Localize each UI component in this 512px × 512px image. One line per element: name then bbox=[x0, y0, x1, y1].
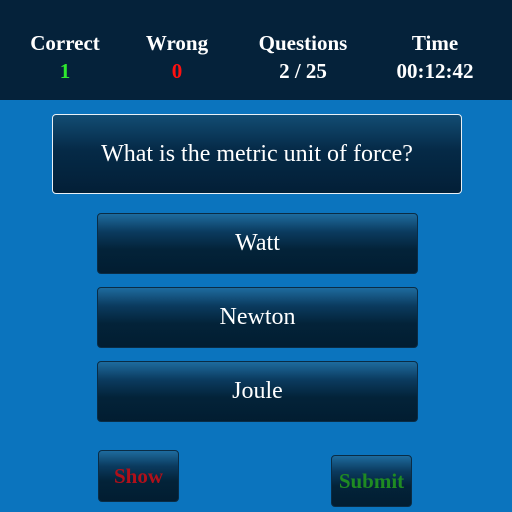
wrong-label: Wrong bbox=[145, 31, 209, 55]
wrong-count: 0 bbox=[171, 59, 183, 83]
elapsed-time: 00:12:42 bbox=[396, 59, 474, 83]
correct-label: Correct bbox=[30, 31, 100, 55]
questions-label: Questions bbox=[258, 31, 348, 55]
score-bar: Correct 1 Wrong 0 Questions 2 / 25 Time … bbox=[0, 0, 512, 100]
questions-progress: 2 / 25 bbox=[279, 59, 327, 83]
time-stat: Time 00:12:42 bbox=[380, 30, 490, 84]
question-box: What is the metric unit of force? bbox=[52, 114, 462, 194]
submit-button[interactable]: Submit bbox=[331, 455, 412, 507]
answer-label: Joule bbox=[232, 378, 283, 404]
submit-button-label: Submit bbox=[338, 468, 405, 493]
answer-label: Watt bbox=[235, 230, 280, 256]
correct-stat: Correct 1 bbox=[14, 30, 116, 84]
answer-option-watt[interactable]: Watt bbox=[97, 213, 418, 274]
time-label: Time bbox=[411, 31, 459, 55]
show-button[interactable]: Show bbox=[98, 450, 179, 502]
answer-option-newton[interactable]: Newton bbox=[97, 287, 418, 348]
show-button-label: Show bbox=[113, 463, 164, 488]
correct-count: 1 bbox=[59, 59, 71, 83]
answer-option-joule[interactable]: Joule bbox=[97, 361, 418, 422]
answer-label: Newton bbox=[219, 304, 296, 330]
questions-stat: Questions 2 / 25 bbox=[238, 30, 368, 84]
question-text: What is the metric unit of force? bbox=[101, 140, 413, 167]
wrong-stat: Wrong 0 bbox=[126, 30, 228, 84]
